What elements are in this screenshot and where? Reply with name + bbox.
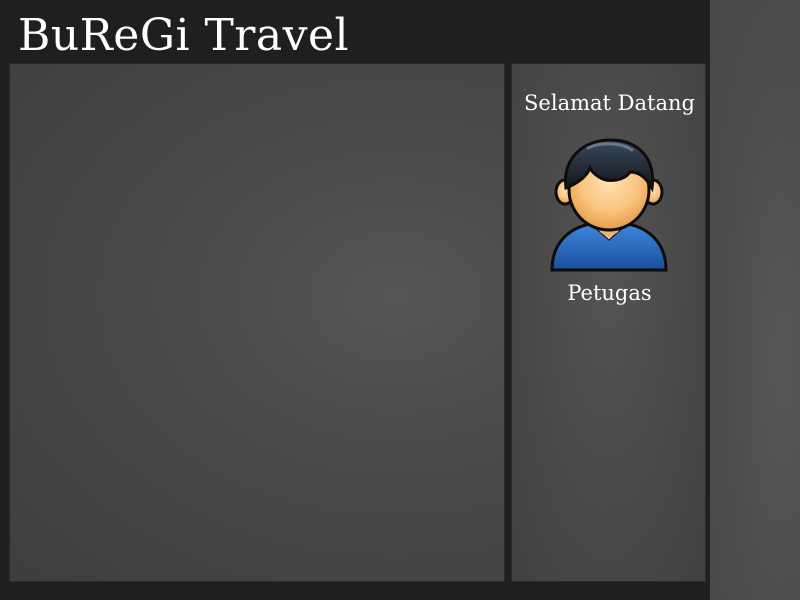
user-role-label: Petugas: [567, 281, 652, 305]
page-backdrop: [710, 0, 800, 600]
app-title: BuReGi Travel: [18, 10, 350, 61]
main-content-panel: [9, 63, 505, 582]
user-avatar-icon: [550, 138, 668, 272]
app-window: BuReGi Travel Selamat Datang Petugas: [0, 0, 710, 600]
user-sidebar: Selamat Datang Petugas: [511, 63, 706, 582]
welcome-text: Selamat Datang: [524, 91, 695, 115]
